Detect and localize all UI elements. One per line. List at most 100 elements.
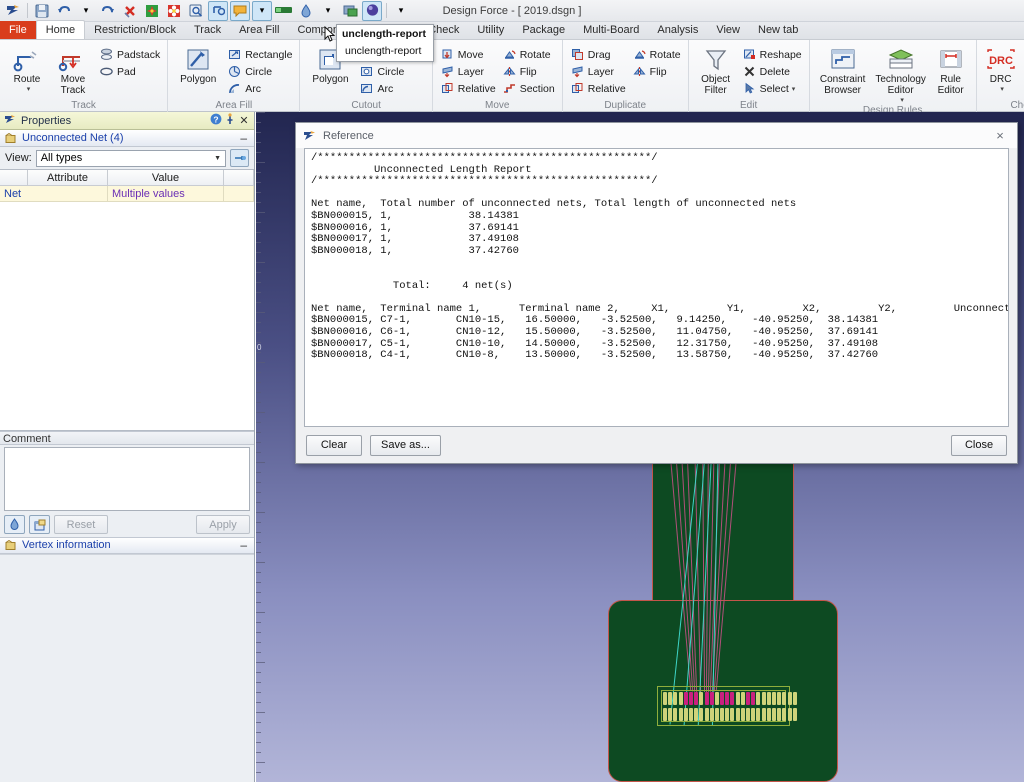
tab-analysis[interactable]: Analysis — [648, 21, 707, 39]
apply-button[interactable]: Apply — [196, 515, 250, 534]
area-fill-rectangle-button[interactable]: Rectangle — [224, 46, 295, 63]
route-icon — [12, 46, 42, 74]
save-icon[interactable] — [32, 1, 52, 21]
duplicate-drag-button[interactable]: Drag — [567, 46, 629, 63]
customize-qat-icon[interactable]: ▾ — [391, 1, 411, 21]
object-filter-button[interactable]: Object Filter — [693, 44, 739, 96]
move-layer-button[interactable]: Layer — [437, 63, 499, 80]
check-results-button[interactable]: Check Results — [1021, 44, 1024, 96]
drc-button[interactable]: DRC DRC ▾ — [981, 44, 1021, 93]
ribbon-group-check: DRC DRC ▾ Check Results Check — [977, 40, 1024, 112]
connector-pad — [715, 708, 719, 721]
tab-area-fill[interactable]: Area Fill — [230, 21, 288, 39]
export-image-icon[interactable] — [340, 1, 360, 21]
ruler-tick — [256, 362, 265, 363]
cutout-circle-button[interactable]: Circle — [356, 63, 427, 80]
tab-restriction-block[interactable]: Restriction/Block — [85, 21, 185, 39]
bar-icon[interactable] — [274, 1, 294, 21]
constraint-browser-button[interactable]: Constraint Browser — [814, 44, 872, 96]
cell-value[interactable]: Multiple values — [108, 186, 224, 202]
ribbon-group-move: Move Layer Relative — [433, 40, 563, 112]
tab-home[interactable]: Home — [36, 20, 85, 39]
duplicate-relative-button[interactable]: Relative — [567, 80, 629, 97]
duplicate-flip-button[interactable]: Flip — [629, 63, 684, 80]
view-combobox[interactable]: All types ▼ — [36, 150, 226, 167]
save-as-button[interactable]: Save as... — [370, 435, 441, 456]
tab-track[interactable]: Track — [185, 21, 230, 39]
sphere-tool-icon[interactable] — [362, 1, 382, 21]
probe-icon[interactable] — [296, 1, 316, 21]
comment-input[interactable] — [4, 447, 250, 511]
select-button[interactable]: Select ▾ — [739, 80, 805, 97]
tab-view[interactable]: View — [707, 21, 749, 39]
connector-outline[interactable] — [657, 686, 790, 726]
new-window-button[interactable] — [29, 515, 50, 534]
dialog-close-icon[interactable]: × — [989, 127, 1011, 145]
vertex-information-header[interactable]: Vertex information – — [0, 537, 254, 554]
technology-editor-button[interactable]: Technology Editor ▾ — [872, 44, 930, 104]
probe-dropdown-icon[interactable]: ▾ — [318, 1, 338, 21]
pattern-green-icon[interactable] — [142, 1, 162, 21]
move-flip-button[interactable]: Flip — [499, 63, 558, 80]
tab-multi-board[interactable]: Multi-Board — [574, 21, 648, 39]
move-relative-button[interactable]: Relative — [437, 80, 499, 97]
report-textarea[interactable]: /***************************************… — [304, 148, 1009, 427]
redo-icon[interactable] — [98, 1, 118, 21]
close-button[interactable]: Close — [951, 435, 1007, 456]
help-icon[interactable]: ? — [209, 113, 223, 128]
area-fill-arc-button[interactable]: Arc — [224, 80, 295, 97]
area-fill-circle-button[interactable]: Circle — [224, 63, 295, 80]
delete-button[interactable]: Delete — [739, 63, 805, 80]
move-rotate-button[interactable]: Rotate — [499, 46, 558, 63]
cutout-arc-label: Arc — [377, 83, 393, 95]
connector-pad — [772, 692, 776, 705]
move-section-button[interactable]: Section — [499, 80, 558, 97]
tab-package[interactable]: Package — [513, 21, 574, 39]
rule-editor-button[interactable]: Rule Editor — [930, 44, 972, 96]
tab-file[interactable]: File — [0, 21, 36, 39]
close-icon[interactable]: ✕ — [237, 114, 251, 127]
reset-button[interactable]: Reset — [54, 515, 108, 534]
duplicate-flip-label: Flip — [650, 66, 667, 78]
view-pin-button[interactable] — [230, 149, 249, 167]
comment-dropdown-icon[interactable]: ▾ — [252, 1, 272, 21]
area-fill-polygon-button[interactable]: Polygon — [172, 44, 224, 85]
duplicate-rotate-button[interactable]: Rotate — [629, 46, 684, 63]
technology-editor-icon — [886, 46, 916, 74]
tab-utility[interactable]: Utility — [468, 21, 513, 39]
cell-extra — [224, 186, 254, 202]
pad-button[interactable]: Pad — [96, 63, 163, 80]
comment-icon[interactable] — [230, 1, 250, 21]
undo-dropdown-icon[interactable]: ▾ — [76, 1, 96, 21]
app-logo-icon[interactable] — [3, 1, 23, 21]
unconnected-net-section-header[interactable]: Unconnected Net (4) – — [0, 130, 254, 147]
drc-dropdown-icon[interactable]: ▾ — [1000, 85, 1004, 93]
route-button[interactable]: Route ▾ — [4, 44, 50, 93]
table-row[interactable]: Net Multiple values — [0, 186, 254, 202]
cutout-arc-button[interactable]: Arc — [356, 80, 427, 97]
delete-net-icon[interactable] — [120, 1, 140, 21]
probe-tool-button[interactable] — [4, 515, 25, 534]
technology-editor-dropdown-icon[interactable]: ▾ — [900, 96, 904, 104]
move-track-button[interactable]: Move Track — [50, 44, 96, 96]
move-move-button[interactable]: Move — [437, 46, 499, 63]
select-dropdown-icon[interactable]: ▾ — [792, 85, 796, 93]
tab-new-tab[interactable]: New tab — [749, 21, 807, 39]
ruler-zero-label: 0 — [257, 343, 261, 352]
reshape-button[interactable]: Reshape — [739, 46, 805, 63]
clear-button[interactable]: Clear — [306, 435, 362, 456]
column-header-value[interactable]: Value — [108, 170, 224, 186]
pattern-red-icon[interactable] — [164, 1, 184, 21]
padstack-button[interactable]: Padstack — [96, 46, 163, 63]
route-dropdown-icon[interactable]: ▾ — [27, 85, 31, 93]
area-fill-rectangle-label: Rectangle — [245, 49, 292, 61]
measure-icon[interactable] — [208, 1, 228, 21]
collapse-icon[interactable]: – — [240, 131, 250, 145]
vertex-collapse-icon[interactable]: – — [240, 538, 250, 552]
duplicate-layer-button[interactable]: Layer — [567, 63, 629, 80]
column-header-attribute[interactable]: Attribute — [28, 170, 108, 186]
reference-dialog[interactable]: Reference × /***************************… — [295, 122, 1018, 464]
pin-icon[interactable] — [223, 113, 237, 128]
zoom-area-icon[interactable] — [186, 1, 206, 21]
undo-icon[interactable] — [54, 1, 74, 21]
